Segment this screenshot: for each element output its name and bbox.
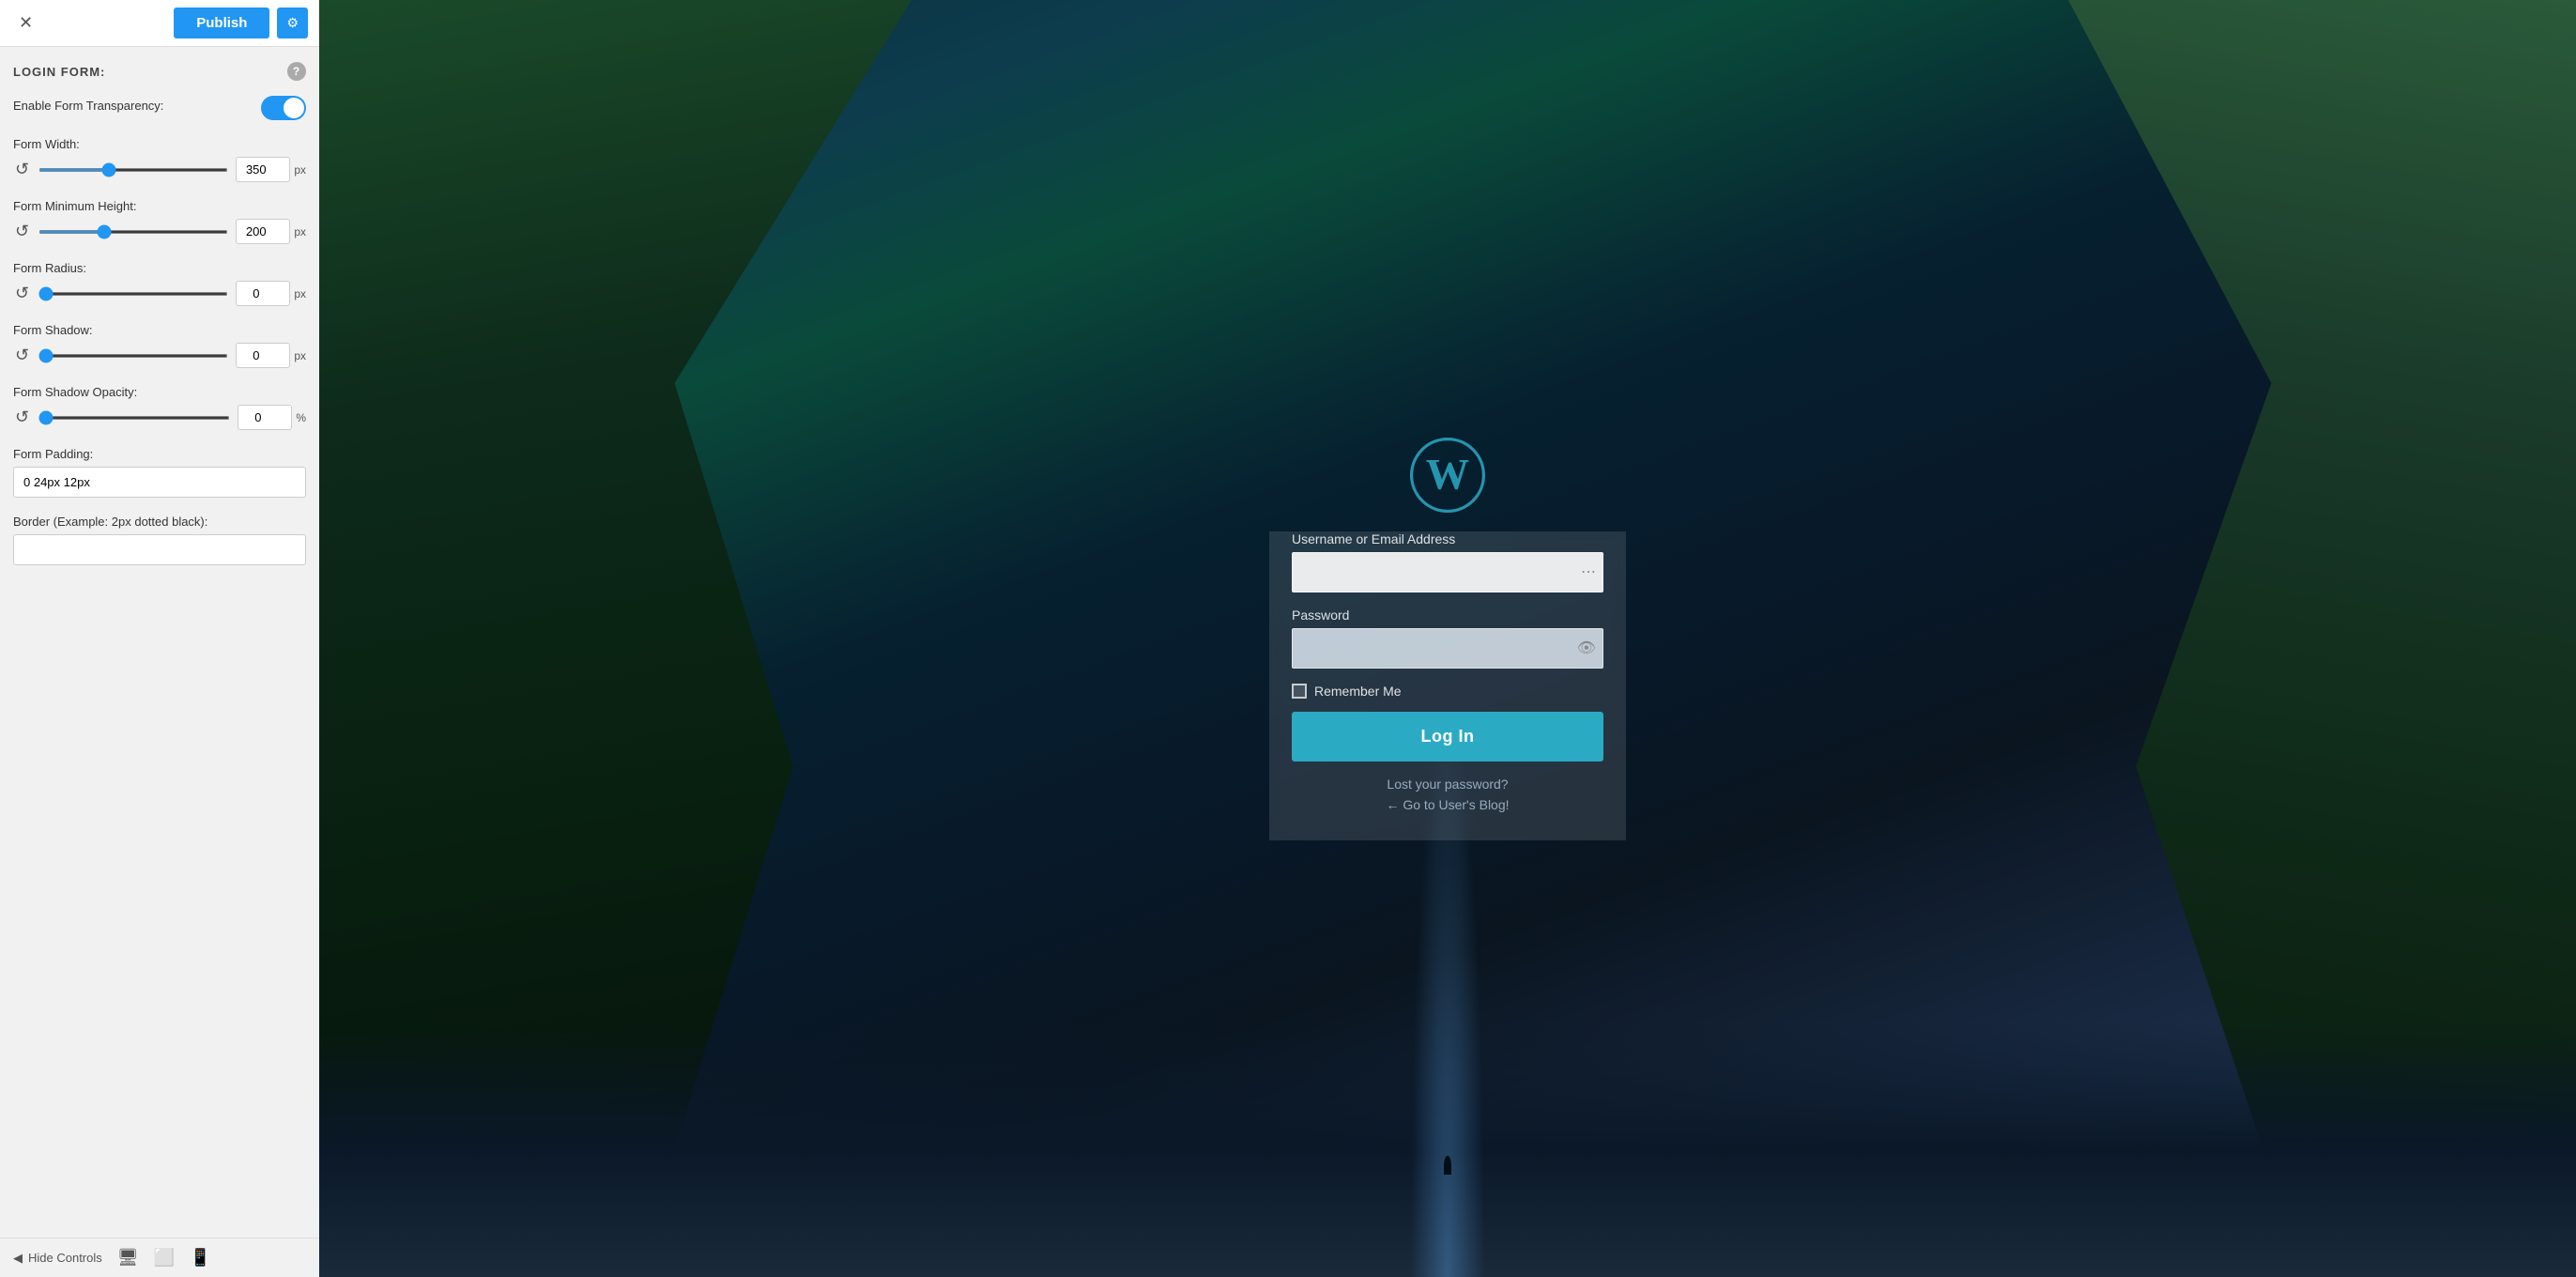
desktop-icon[interactable]: 🖥 [117,1248,139,1268]
form-shadow-slider[interactable] [38,354,228,358]
form-radius-slider[interactable] [38,292,228,296]
form-shadow-row: Form Shadow: ↺ px [13,323,306,368]
controls-area: LOGIN FORM: ? Enable Form Transparency: … [0,47,319,1238]
username-field-wrap: ⋯ [1292,552,1603,592]
password-label: Password [1292,608,1603,623]
enable-transparency-row: Enable Form Transparency: [13,96,306,120]
border-row: Border (Example: 2px dotted black): [13,515,306,565]
username-input[interactable] [1292,552,1603,592]
enable-transparency-toggle[interactable] [261,96,306,120]
form-width-slider[interactable] [38,168,228,172]
form-shadow-label: Form Shadow: [13,323,306,337]
form-radius-input[interactable] [236,281,290,306]
remember-me-row: Remember Me [1292,684,1603,699]
form-radius-label: Form Radius: [13,261,306,275]
settings-button[interactable]: ⚙ [277,8,308,38]
form-padding-input[interactable] [13,467,306,498]
right-preview: W Username or Email Address ⋯ Password 👁 [319,0,2576,1277]
form-padding-row: Form Padding: [13,447,306,498]
form-width-input[interactable] [236,157,290,182]
goto-blog-link[interactable]: ← Go to User's Blog! [1292,797,1603,812]
mobile-icon[interactable]: 📱 [190,1248,210,1268]
border-input[interactable] [13,534,306,565]
svg-text:W: W [1426,451,1469,499]
password-field-wrap: 👁 [1292,628,1603,669]
section-title: LOGIN FORM: ? [13,62,306,81]
form-shadow-opacity-reset[interactable]: ↺ [13,408,31,427]
form-shadow-unit: px [294,349,306,362]
form-radius-unit: px [294,287,306,300]
form-width-reset[interactable]: ↺ [13,160,31,179]
form-min-height-input[interactable] [236,219,290,244]
form-shadow-input[interactable] [236,343,290,368]
form-min-height-row: Form Minimum Height: ↺ px [13,199,306,244]
form-shadow-reset[interactable]: ↺ [13,346,31,365]
publish-button[interactable]: Publish [174,8,269,38]
figure-decoration [1444,1156,1451,1175]
hide-controls-button[interactable]: ◀ Hide Controls [13,1251,102,1266]
remember-me-label: Remember Me [1314,684,1402,699]
form-min-height-label: Form Minimum Height: [13,199,306,213]
form-shadow-opacity-row: Form Shadow Opacity: ↺ % [13,385,306,430]
wordpress-logo: W [1410,438,1485,513]
remember-me-checkbox[interactable] [1292,684,1307,699]
form-shadow-opacity-label: Form Shadow Opacity: [13,385,306,399]
form-width-unit: px [294,163,306,177]
lost-password-link[interactable]: Lost your password? [1292,777,1603,792]
left-panel: ✕ Publish ⚙ LOGIN FORM: ? Enable Form Tr… [0,0,319,1277]
enable-transparency-label: Enable Form Transparency: [13,99,163,113]
form-radius-reset[interactable]: ↺ [13,284,31,303]
form-shadow-opacity-unit: % [296,411,306,424]
password-eye-icon[interactable]: 👁 [1577,638,1596,657]
form-shadow-opacity-input[interactable] [238,405,292,430]
form-shadow-opacity-slider[interactable] [38,416,230,420]
login-button[interactable]: Log In [1292,712,1603,762]
form-min-height-slider[interactable] [38,230,228,234]
preview-background: W Username or Email Address ⋯ Password 👁 [319,0,2576,1277]
top-bar: ✕ Publish ⚙ [0,0,319,47]
username-label: Username or Email Address [1292,531,1603,546]
form-padding-label: Form Padding: [13,447,306,461]
close-button[interactable]: ✕ [11,9,40,37]
form-min-height-reset[interactable]: ↺ [13,222,31,241]
password-input[interactable] [1292,628,1603,669]
login-form: Username or Email Address ⋯ Password 👁 R… [1269,531,1626,840]
bottom-bar: ◀ Hide Controls 🖥 ⬜ 📱 [0,1238,319,1277]
tablet-icon[interactable]: ⬜ [154,1248,175,1268]
form-width-label: Form Width: [13,137,306,151]
chevron-left-icon: ◀ [13,1251,23,1266]
form-links: Lost your password? ← Go to User's Blog! [1292,777,1603,812]
login-form-container: W Username or Email Address ⋯ Password 👁 [1269,438,1626,840]
form-width-row: Form Width: ↺ px [13,137,306,182]
form-min-height-unit: px [294,225,306,238]
form-radius-row: Form Radius: ↺ px [13,261,306,306]
border-label: Border (Example: 2px dotted black): [13,515,306,529]
help-icon[interactable]: ? [287,62,306,81]
username-icon: ⋯ [1581,562,1596,581]
